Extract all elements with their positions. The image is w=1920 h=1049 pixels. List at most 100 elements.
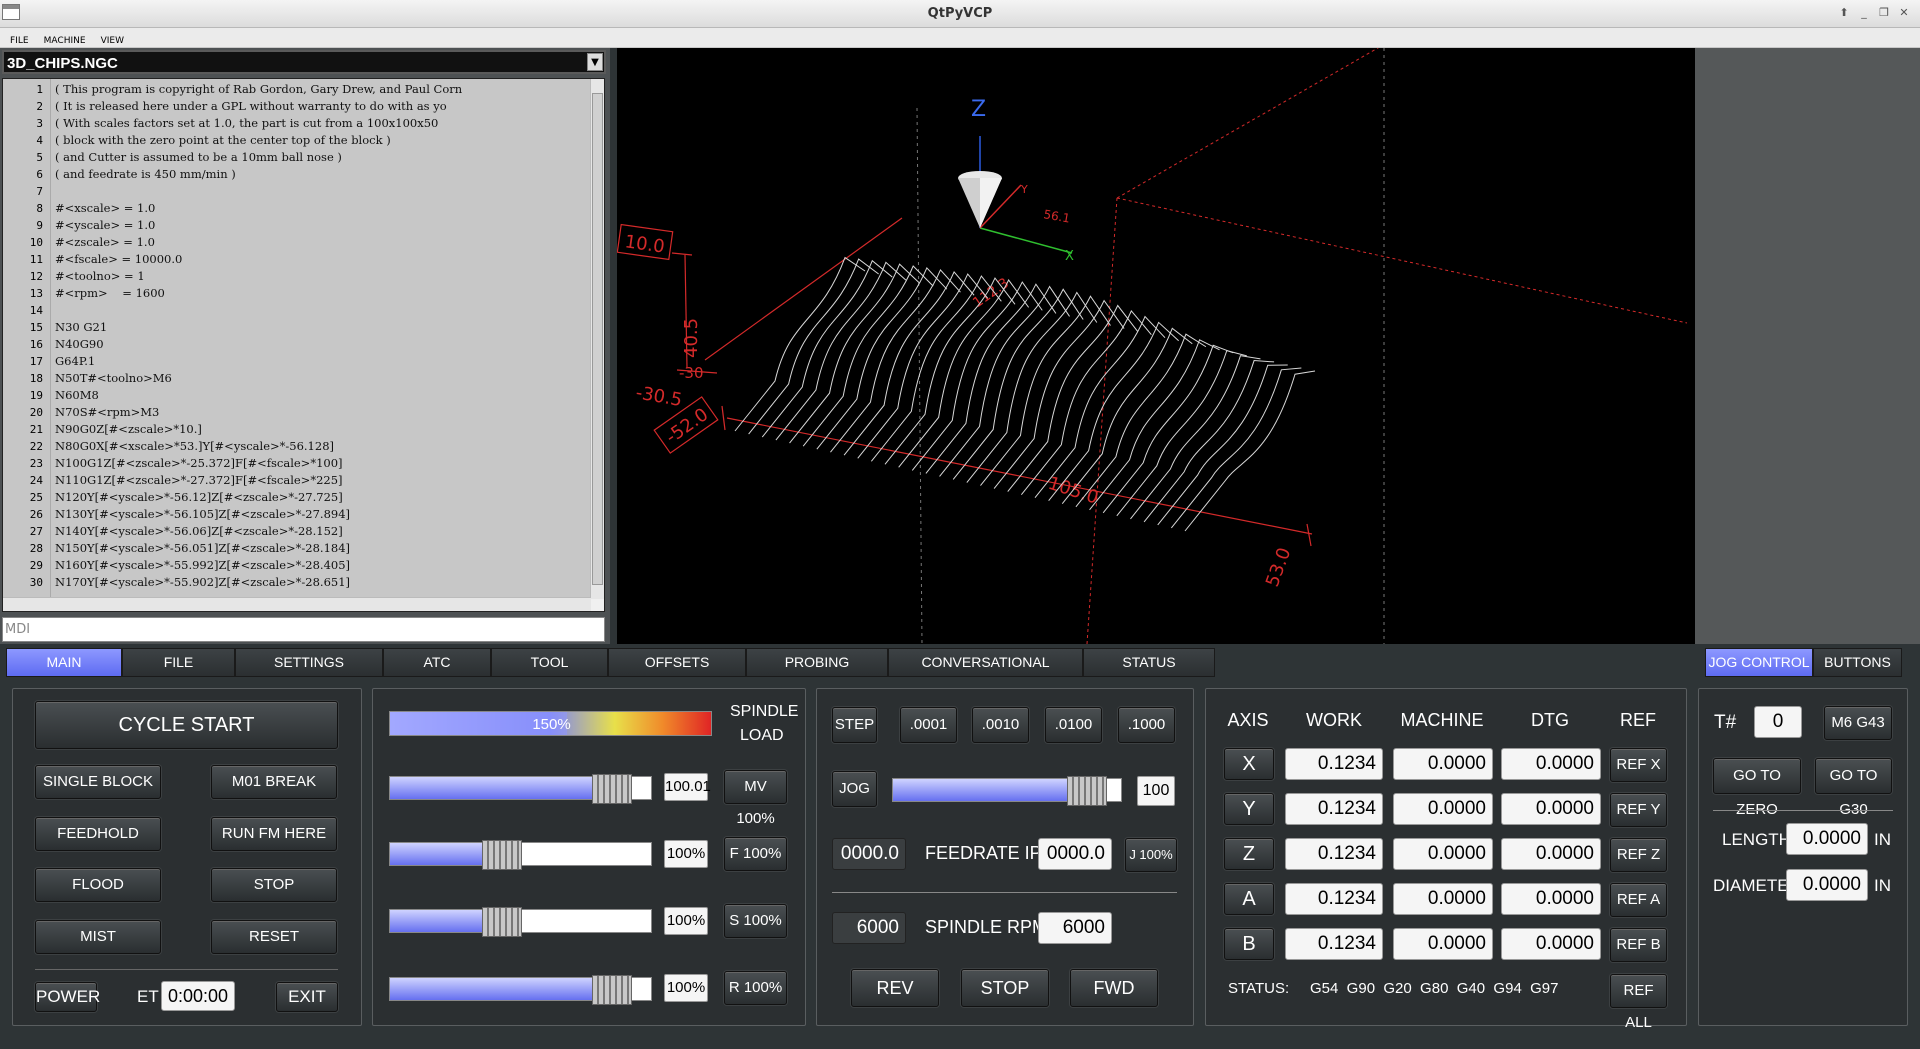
code-area[interactable]: ( This program is copyright of Rab Gordo… xyxy=(51,79,591,599)
spindle-rev-button[interactable]: REV xyxy=(851,969,939,1007)
max-velocity-slider[interactable] xyxy=(389,774,652,804)
m01-break-button[interactable]: M01 BREAK xyxy=(211,765,337,799)
code-line[interactable]: N120Y[#<yscale>*-56.12]Z[#<zscale>*-27.7… xyxy=(55,490,343,504)
maximize-icon[interactable]: ❐ xyxy=(1876,5,1892,21)
code-line[interactable]: #<rpm> = 1600 xyxy=(55,286,165,300)
menu-machine[interactable]: MACHINE xyxy=(34,31,86,46)
slider-handle[interactable] xyxy=(482,840,523,870)
spindle-override-slider[interactable] xyxy=(389,907,652,937)
code-line[interactable]: N80G0X[#<xscale>*53.]Y[#<yscale>*-56.128… xyxy=(55,439,334,453)
code-line[interactable]: N50T#<toolno>M6 xyxy=(55,371,172,385)
code-line[interactable]: ( block with the zero point at the cente… xyxy=(55,133,391,147)
minimize-icon[interactable]: _ xyxy=(1856,5,1872,21)
vertical-scrollbar[interactable] xyxy=(590,79,604,599)
flood-button[interactable]: FLOOD xyxy=(35,868,161,902)
up-icon[interactable]: ⬆ xyxy=(1836,5,1852,21)
file-selector[interactable]: 3D_CHIPS.NGC ▼ xyxy=(2,50,606,74)
tool-number-input[interactable]: 0 xyxy=(1754,706,1802,738)
code-line[interactable]: N170Y[#<yscale>*-55.902]Z[#<zscale>*-28.… xyxy=(55,575,350,589)
go-to-zero-button[interactable]: GO TO ZERO xyxy=(1713,758,1801,818)
tab-offsets[interactable]: OFFSETS xyxy=(608,648,746,677)
jog-speed-slider[interactable] xyxy=(892,776,1122,806)
ref-b-button[interactable]: REF B xyxy=(1610,928,1667,962)
increment-1000-button[interactable]: .1000 xyxy=(1118,707,1175,743)
r-100-button[interactable]: R 100% xyxy=(724,971,787,1005)
code-line[interactable]: ( This program is copyright of Rab Gordo… xyxy=(55,82,462,96)
3d-view[interactable]: 10.0 40.5 -30.5 -52.0 105.0 53.0 112.3 5… xyxy=(617,48,1695,644)
spindle-stop-button[interactable]: STOP xyxy=(961,969,1049,1007)
code-line[interactable]: #<toolno> = 1 xyxy=(55,269,145,283)
tab-file[interactable]: FILE xyxy=(122,648,235,677)
code-line[interactable]: #<yscale> = 1.0 xyxy=(55,218,155,232)
increment-0010-button[interactable]: .0010 xyxy=(972,707,1029,743)
feed-override-slider[interactable] xyxy=(389,840,652,870)
code-line[interactable]: #<zscale> = 1.0 xyxy=(55,235,155,249)
axis-button-z[interactable]: Z xyxy=(1224,838,1274,870)
code-line[interactable]: N40G90 xyxy=(55,337,104,351)
code-line[interactable]: #<fscale> = 10000.0 xyxy=(55,252,182,266)
feedhold-button[interactable]: FEEDHOLD xyxy=(35,817,161,851)
code-line[interactable]: N90G0Z[#<zscale>*10.] xyxy=(55,422,202,436)
axis-button-b[interactable]: B xyxy=(1224,928,1274,960)
tab-tool[interactable]: TOOL xyxy=(491,648,608,677)
gcode-editor[interactable]: 1 2 3 4 5 6 7 8 9 10 11 12 13 14 15 16 17 18 19 20 21 22 23 24 2… xyxy=(2,78,605,612)
menu-file[interactable]: FILE xyxy=(0,31,29,46)
scroll-thumb[interactable] xyxy=(592,93,603,585)
ref-z-button[interactable]: REF Z xyxy=(1610,838,1667,872)
code-line[interactable]: N140Y[#<yscale>*-56.06]Z[#<zscale>*-28.1… xyxy=(55,524,343,538)
slider-handle[interactable] xyxy=(591,774,632,804)
axis-button-x[interactable]: X xyxy=(1224,748,1274,780)
chevron-down-icon[interactable]: ▼ xyxy=(587,53,603,71)
menu-view[interactable]: VIEW xyxy=(91,31,124,46)
tab-jog-control[interactable]: JOG CONTROL xyxy=(1705,648,1813,677)
axis-button-a[interactable]: A xyxy=(1224,883,1274,915)
code-line[interactable]: ( and Cutter is assumed to be a 10mm bal… xyxy=(55,150,342,164)
mv-100-button[interactable]: MV 100% xyxy=(724,770,787,827)
slider-handle[interactable] xyxy=(482,907,523,937)
code-line[interactable]: ( It is released here under a GPL withou… xyxy=(55,99,447,113)
code-line[interactable]: N110G1Z[#<zscale>*-27.372]F[#<fscale>*22… xyxy=(55,473,343,487)
feedrate-set[interactable]: 0000.0 xyxy=(1038,838,1112,870)
ref-a-button[interactable]: REF A xyxy=(1610,883,1667,917)
jog-100-button[interactable]: J 100% xyxy=(1125,838,1177,872)
power-button[interactable]: POWER xyxy=(35,982,100,1012)
tab-settings[interactable]: SETTINGS xyxy=(235,648,383,677)
go-to-g30-button[interactable]: GO TO G30 xyxy=(1815,758,1892,818)
run-from-here-button[interactable]: RUN FM HERE xyxy=(211,817,337,851)
ref-y-button[interactable]: REF Y xyxy=(1610,793,1667,827)
cycle-start-button[interactable]: CYCLE START xyxy=(35,701,338,749)
code-line[interactable]: N160Y[#<yscale>*-55.992]Z[#<zscale>*-28.… xyxy=(55,558,350,572)
increment-0001-button[interactable]: .0001 xyxy=(900,707,957,743)
reset-button[interactable]: RESET xyxy=(211,920,337,954)
ref-all-button[interactable]: REF ALL xyxy=(1610,974,1667,1031)
stop-button[interactable]: STOP xyxy=(211,868,337,902)
f-100-button[interactable]: F 100% xyxy=(724,837,787,871)
mdi-input[interactable]: MDI xyxy=(2,617,605,642)
tab-buttons[interactable]: BUTTONS xyxy=(1813,648,1902,677)
increment-0100-button[interactable]: .0100 xyxy=(1045,707,1102,743)
close-icon[interactable]: ✕ xyxy=(1896,5,1912,21)
exit-button[interactable]: EXIT xyxy=(276,982,338,1012)
code-line[interactable]: G64P.1 xyxy=(55,354,95,368)
tab-conversational[interactable]: CONVERSATIONAL xyxy=(888,648,1083,677)
m6-g43-button[interactable]: M6 G43 xyxy=(1824,706,1892,740)
code-line[interactable]: N60M8 xyxy=(55,388,99,402)
tab-atc[interactable]: ATC xyxy=(383,648,491,677)
code-line[interactable]: #<xscale> = 1.0 xyxy=(55,201,155,215)
tab-main[interactable]: MAIN xyxy=(6,648,122,677)
spindle-fwd-button[interactable]: FWD xyxy=(1070,969,1158,1007)
code-line[interactable]: ( With scales factors set at 1.0, the pa… xyxy=(55,116,438,130)
horizontal-scrollbar[interactable] xyxy=(3,597,591,611)
step-button[interactable]: STEP xyxy=(832,707,877,743)
code-line[interactable]: N130Y[#<yscale>*-56.105]Z[#<zscale>*-27.… xyxy=(55,507,350,521)
jog-button[interactable]: JOG xyxy=(832,771,877,807)
slider-handle[interactable] xyxy=(1066,776,1107,806)
ref-x-button[interactable]: REF X xyxy=(1610,748,1667,782)
s-100-button[interactable]: S 100% xyxy=(724,904,787,938)
code-line[interactable]: N100G1Z[#<zscale>*-25.372]F[#<fscale>*10… xyxy=(55,456,343,470)
tab-probing[interactable]: PROBING xyxy=(746,648,888,677)
axis-button-y[interactable]: Y xyxy=(1224,793,1274,825)
code-line[interactable]: N150Y[#<yscale>*-56.051]Z[#<zscale>*-28.… xyxy=(55,541,350,555)
mist-button[interactable]: MIST xyxy=(35,920,161,954)
spindle-rpm-set[interactable]: 6000 xyxy=(1038,912,1112,944)
